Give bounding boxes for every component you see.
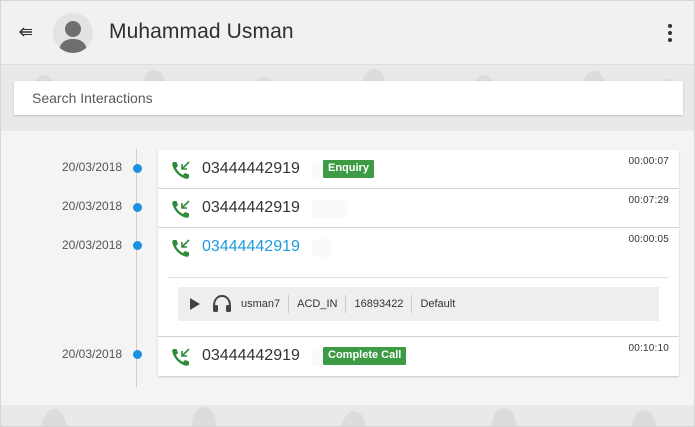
back-button[interactable]: [15, 21, 37, 43]
call-duration: 00:10:10: [628, 343, 669, 354]
incoming-call-icon: [172, 348, 190, 366]
interaction-history-window: Muhammad Usman 20/03/2018 03444442919 En…: [0, 0, 695, 427]
headset-icon: [211, 293, 233, 315]
interaction-card[interactable]: 03444442919 Complete Call 00:10:10: [158, 337, 679, 376]
interaction-date: 20/03/2018: [62, 238, 123, 252]
play-button[interactable]: [189, 297, 203, 311]
phone-number-link[interactable]: 03444442919: [202, 199, 300, 217]
incoming-call-icon: [172, 200, 190, 218]
disposition: Default: [420, 298, 456, 310]
user-silhouette-icon: [59, 21, 87, 53]
call-duration: 00:00:05: [628, 234, 669, 245]
interaction-date: 20/03/2018: [62, 347, 123, 361]
timeline-dot: [133, 241, 142, 250]
timeline-dot: [133, 203, 142, 212]
contact-name: Muhammad Usman: [109, 20, 294, 43]
empty-tag: [312, 200, 348, 218]
phone-number-link[interactable]: 03444442919: [202, 160, 300, 178]
call-id: 16893422: [346, 295, 413, 313]
interaction-card[interactable]: 03444442919 00:07:29: [158, 189, 679, 227]
queue-name: ACD_IN: [289, 295, 347, 313]
divider: [168, 277, 669, 278]
avatar: [53, 13, 93, 53]
agent-name: usman7: [233, 295, 290, 313]
recording-player: usman7 ACD_IN 16893422 Default: [178, 287, 659, 321]
search-input[interactable]: [14, 81, 683, 115]
status-badge: Enquiry: [323, 160, 374, 178]
play-icon: [190, 298, 200, 310]
decorative-background-band: [1, 405, 694, 426]
phone-number-link[interactable]: 03444442919: [202, 347, 300, 365]
timeline-dot: [133, 164, 142, 173]
incoming-call-icon: [172, 239, 190, 257]
back-arrow-icon: [19, 27, 32, 37]
timeline-dot: [133, 350, 142, 359]
interaction-card[interactable]: 03444442919 Enquiry 00:00:07: [158, 150, 679, 188]
call-duration: 00:07:29: [628, 195, 669, 206]
empty-tag: [312, 161, 322, 179]
interaction-date: 20/03/2018: [62, 199, 123, 213]
call-duration: 00:00:07: [628, 156, 669, 167]
phone-number-link[interactable]: 03444442919: [202, 238, 300, 256]
incoming-call-icon: [172, 161, 190, 179]
empty-tag: [312, 348, 322, 366]
empty-tag: [312, 239, 332, 257]
more-vertical-icon: [668, 24, 672, 28]
interaction-date: 20/03/2018: [62, 160, 123, 174]
status-badge: Complete Call: [323, 347, 407, 365]
contact-header: Muhammad Usman: [1, 1, 694, 65]
more-options-button[interactable]: [661, 21, 679, 45]
interaction-card-expanded[interactable]: 03444442919 00:00:05 usman7 ACD_IN 16893…: [158, 228, 679, 336]
